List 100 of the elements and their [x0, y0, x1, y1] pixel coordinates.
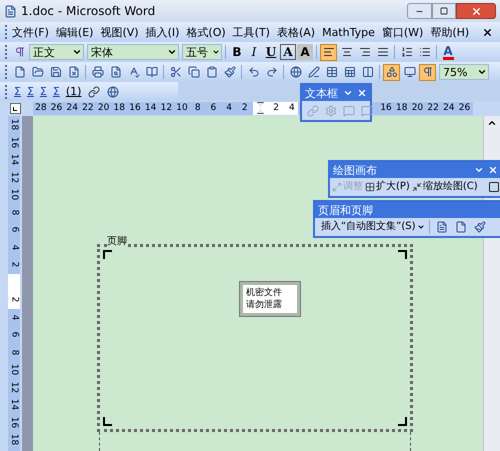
size-value: 五号: [185, 46, 209, 58]
page-icon: [436, 221, 448, 233]
zoom-dropdown[interactable]: 75%: [439, 64, 489, 80]
math-button[interactable]: (1): [64, 84, 84, 100]
canvas-tool-button[interactable]: 扩大(P): [365, 182, 410, 192]
format-button[interactable]: A: [297, 44, 313, 60]
ruler-number: 8: [10, 209, 18, 216]
scissors-icon: [170, 66, 182, 78]
file-icon: [14, 66, 26, 78]
ruler-number: 10: [10, 364, 18, 376]
maximize-icon: [440, 7, 448, 15]
ruler-number: 20: [98, 104, 110, 113]
align-icon: [340, 46, 352, 58]
ruler-number: 2: [242, 104, 248, 113]
margin-corner-mark: [103, 250, 112, 259]
size-dropdown[interactable]: 五号: [182, 44, 222, 60]
align-icon: [358, 46, 370, 58]
paintbrush-icon: [474, 221, 486, 233]
table-icon: [326, 66, 338, 78]
format-button[interactable]: A: [280, 44, 296, 60]
caret-icon: [416, 223, 425, 231]
font-value: 宋体: [90, 46, 114, 58]
undo-icon: [248, 66, 260, 78]
ruler-number: 16: [10, 416, 18, 428]
canvas-tool-button[interactable]: 缩放绘图(C): [412, 182, 478, 192]
ruler-number: 2: [273, 104, 280, 113]
book-icon: [146, 66, 158, 78]
font-dropdown[interactable]: 宋体: [87, 44, 179, 60]
window-title: 1.doc - Microsoft Word: [21, 3, 156, 20]
tab-stop-selector[interactable]: [10, 103, 21, 114]
menu-item[interactable]: 格式(O): [184, 26, 228, 38]
menu-item[interactable]: 表格(A): [274, 26, 318, 38]
file-icon: [455, 221, 468, 233]
ruler-number: 12: [160, 104, 172, 113]
menu-item[interactable]: 工具(T): [230, 26, 272, 38]
margin-corner-mark: [103, 417, 112, 426]
document-icon: [4, 4, 17, 18]
indent-marker[interactable]: [256, 102, 264, 114]
ruler-number: 12: [10, 172, 18, 183]
ruler-number: 8: [194, 104, 201, 113]
margin-corner-mark: [398, 417, 407, 426]
canvas-icon: [412, 182, 422, 192]
ruler-number: 18: [10, 434, 18, 446]
insert-autotext-button[interactable]: 插入“自动图文集”(S): [321, 222, 425, 232]
font-color-button[interactable]: A: [440, 44, 456, 60]
maximize-button[interactable]: [432, 3, 456, 19]
menu-item[interactable]: 视图(V): [98, 26, 141, 38]
align-icon: [322, 46, 334, 58]
ruler-number: 14: [10, 399, 18, 410]
drawing-button[interactable]: [383, 64, 400, 80]
footer-label: 页脚: [107, 237, 127, 247]
ruler-number: 28: [35, 104, 47, 113]
ruler-number: 18: [10, 119, 18, 130]
spreadsheet-icon: [344, 66, 356, 78]
ruler-number: 24: [443, 104, 455, 113]
ruler-number: 6: [10, 332, 18, 338]
math-button[interactable]: Σ: [12, 84, 23, 100]
scroll-up-icon[interactable]: [487, 118, 497, 128]
align-button[interactable]: [320, 44, 337, 60]
show-hide-button[interactable]: [419, 64, 436, 80]
ruler-number: 6: [210, 104, 216, 113]
globe-icon: [290, 66, 302, 78]
ruler-number: 10: [10, 189, 18, 200]
link-icon: [88, 86, 100, 98]
menu-item[interactable]: 文件(F): [10, 26, 51, 38]
gear-icon: [324, 104, 336, 116]
ruler-number: 4: [10, 314, 18, 320]
margin-corner-mark: [398, 250, 407, 259]
format-button[interactable]: I: [246, 44, 262, 60]
ruler-number: 4: [10, 244, 18, 250]
pilcrow-icon: [422, 66, 434, 78]
text-box-line: 机密文件: [246, 287, 283, 299]
text-box-line: 请勿泄露: [246, 299, 283, 311]
math-button[interactable]: Σ: [50, 84, 62, 100]
math-button[interactable]: Σ: [38, 84, 49, 100]
ruler-number: 20: [412, 104, 424, 113]
ruler-number: 4: [288, 104, 295, 113]
menu-item[interactable]: MathType: [320, 26, 377, 38]
format-button[interactable]: B: [229, 44, 245, 60]
close-icon[interactable]: [482, 26, 493, 38]
ruler-number: 2: [10, 262, 18, 268]
globe-icon: [106, 86, 119, 98]
menu-item[interactable]: 插入(I): [144, 26, 182, 38]
math-button[interactable]: Σ: [24, 84, 36, 100]
toolbar-title: 绘图画布: [333, 164, 378, 176]
ruler-number: 26: [50, 104, 62, 113]
paintbrush-icon: [224, 66, 236, 78]
style-value: 正文: [32, 46, 56, 58]
toolbar-title: 文本框: [305, 88, 339, 98]
monitor-icon: [404, 66, 416, 78]
style-dropdown[interactable]: 正文: [29, 44, 84, 60]
menu-item[interactable]: 帮助(H): [428, 26, 472, 38]
ruler-number: 10: [176, 104, 188, 113]
close-button[interactable]: [456, 3, 496, 19]
clipboard-icon: [206, 66, 218, 78]
menu-item[interactable]: 编辑(E): [54, 26, 96, 38]
text-box[interactable]: 机密文件 请勿泄露: [240, 282, 300, 316]
format-button[interactable]: U: [263, 44, 279, 60]
menu-item[interactable]: 窗口(W): [380, 26, 426, 38]
ruler-number: 4: [226, 104, 232, 113]
